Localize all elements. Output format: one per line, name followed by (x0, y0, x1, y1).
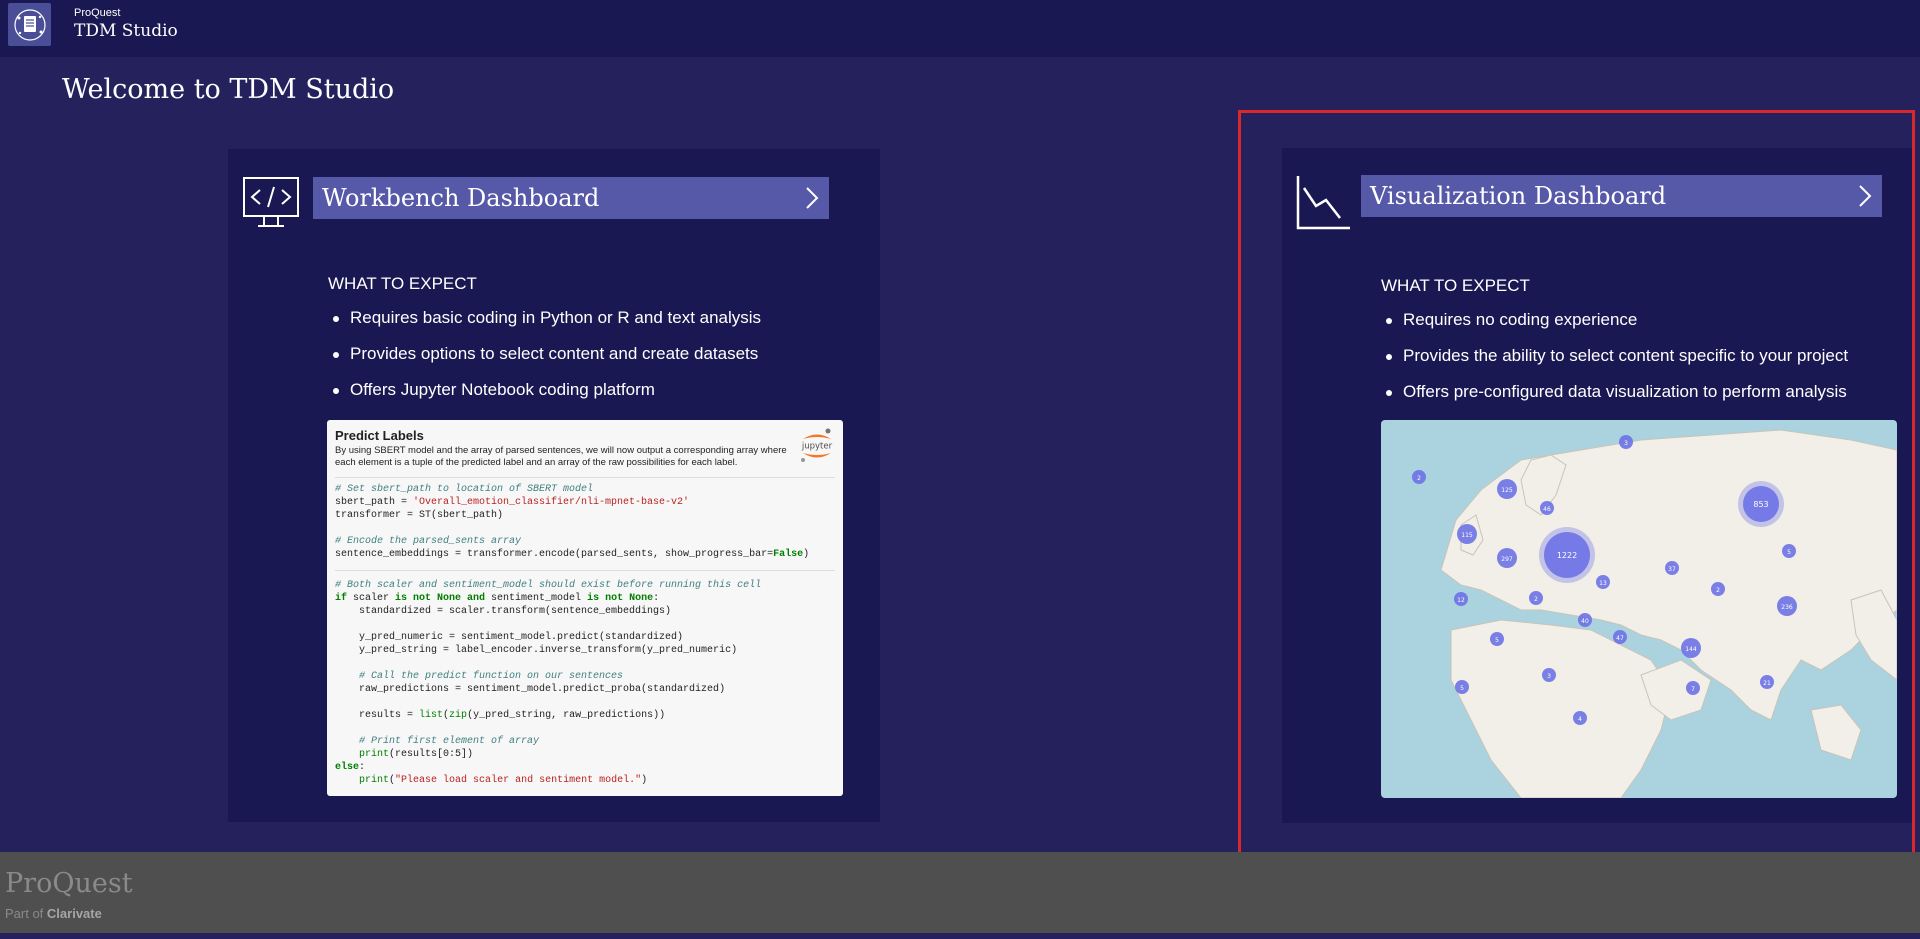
code-monitor-icon (242, 176, 300, 233)
footer-bottom-strip (0, 933, 1920, 939)
visualization-card: Visualization Dashboard WHAT TO EXPECT R… (1282, 148, 1912, 823)
footer-part-of-prefix: Part of (5, 906, 44, 921)
jupyter-logo-icon: jupyter (797, 426, 837, 466)
world-map: 3212546853115297 122237512 213223640475144… (1412, 429, 1897, 798)
tdm-logo-icon[interactable] (8, 3, 51, 46)
cluster-label: 5 (1787, 549, 1791, 556)
visualization-dashboard-button[interactable]: Visualization Dashboard (1361, 175, 1882, 217)
visualization-bullet-list: Requires no coding experience Provides t… (1382, 310, 1848, 418)
cluster-label: 46 (1543, 506, 1551, 513)
brand-small: ProQuest (74, 7, 121, 19)
chevron-right-icon (805, 186, 819, 215)
workbench-dashboard-label: Workbench Dashboard (322, 184, 600, 212)
list-item: Provides options to select content and c… (329, 344, 761, 380)
notebook-preview-description: By using SBERT model and the array of pa… (335, 445, 787, 468)
cluster-label: 853 (1753, 500, 1768, 509)
map-preview: 3 2 125 46 853 115 297 1222 37 5 12 2 13 2 236 40 47 5 144… (1381, 420, 1897, 798)
notebook-preview-image: Predict Labels By using SBERT model and … (327, 420, 843, 796)
cluster-label: 40 (1581, 618, 1589, 625)
divider (335, 570, 835, 571)
workbench-bullet-list: Requires basic coding in Python or R and… (329, 308, 761, 416)
cluster-label: 297 (1501, 556, 1513, 563)
code-cell: # Set sbert_path to location of SBERT mo… (335, 484, 810, 560)
workbench-dashboard-button[interactable]: Workbench Dashboard (313, 177, 829, 219)
visualization-expect-heading: WHAT TO EXPECT (1381, 276, 1530, 295)
cluster-label: 5 (1460, 685, 1464, 692)
cluster-label: 144 (1685, 646, 1697, 653)
cluster-label: 7 (1691, 686, 1695, 693)
list-item: Provides the ability to select content s… (1382, 346, 1848, 382)
cluster-label: 3 (1624, 440, 1628, 447)
notebook-preview-title: Predict Labels (335, 428, 424, 443)
cluster-label: 2 (1417, 475, 1421, 482)
top-bar: ProQuest TDM Studio (0, 0, 1920, 57)
brand-title: TDM Studio (74, 21, 178, 41)
workbench-card: Workbench Dashboard WHAT TO EXPECT Requi… (228, 149, 880, 822)
cluster-label: 47 (1616, 635, 1624, 642)
cluster-label: 2 (1534, 596, 1538, 603)
footer: ProQuest Part of Clarivate (0, 852, 1920, 933)
cluster-label: 236 (1781, 604, 1793, 611)
chevron-right-icon (1858, 184, 1872, 213)
list-item: Requires no coding experience (1382, 310, 1848, 346)
cluster-label: 125 (1501, 487, 1513, 494)
cluster-label: 5 (1495, 637, 1499, 644)
footer-part-of-brand: Clarivate (46, 906, 102, 921)
footer-part-of: Part of Clarivate (5, 906, 102, 921)
visualization-dashboard-label: Visualization Dashboard (1370, 182, 1667, 210)
cluster-label: 21 (1763, 680, 1771, 687)
cluster-label: 2 (1716, 587, 1720, 594)
page-title: Welcome to TDM Studio (62, 74, 395, 105)
footer-logo[interactable]: ProQuest (5, 868, 133, 899)
line-chart-icon (1296, 174, 1352, 235)
jupyter-logo-text: jupyter (801, 442, 833, 452)
cluster-label: 3 (1547, 673, 1551, 680)
cluster-label: 37 (1668, 566, 1676, 573)
code-cell: # Both scaler and sentiment_model should… (335, 580, 762, 786)
cluster-label: 1222 (1557, 551, 1577, 560)
list-item: Requires basic coding in Python or R and… (329, 308, 761, 344)
list-item: Offers pre-configured data visualization… (1382, 382, 1848, 418)
cluster-label: 13 (1599, 580, 1607, 587)
cluster-label: 115 (1461, 532, 1473, 539)
cluster-label: 12 (1457, 597, 1465, 604)
workbench-expect-heading: WHAT TO EXPECT (328, 274, 477, 293)
cluster-label: 4 (1578, 716, 1582, 723)
divider (335, 477, 835, 478)
list-item: Offers Jupyter Notebook coding platform (329, 380, 761, 416)
